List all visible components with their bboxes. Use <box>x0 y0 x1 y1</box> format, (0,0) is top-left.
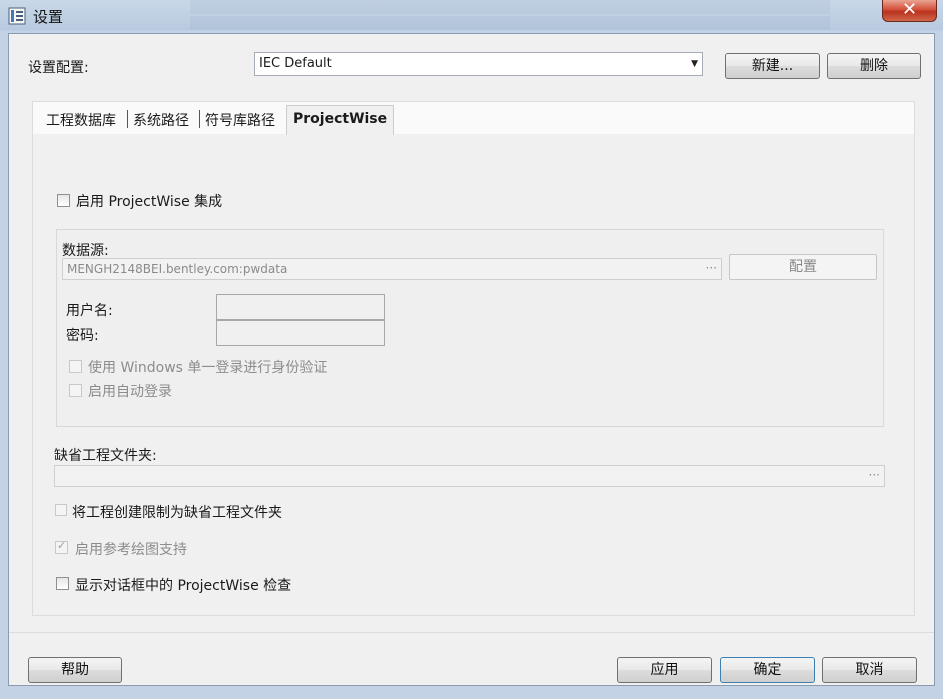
password-input[interactable] <box>216 320 385 346</box>
footer-divider <box>9 632 934 633</box>
username-label: 用户名: <box>66 303 113 319</box>
title-bar[interactable]: 设置 ✕ <box>0 0 943 32</box>
username-input[interactable] <box>216 294 385 320</box>
enable-projectwise-checkbox[interactable] <box>57 194 70 207</box>
delete-config-button[interactable]: 删除 <box>827 53 921 79</box>
window-title: 设置 <box>33 8 64 26</box>
settings-app-icon <box>8 7 26 25</box>
datasource-label: 数据源: <box>62 243 109 259</box>
configure-button[interactable]: 配置 <box>729 254 877 280</box>
tab-separator <box>199 110 200 128</box>
chevron-down-icon: ▼ <box>691 59 698 69</box>
config-dropdown[interactable]: IEC Default ▼ <box>254 52 703 76</box>
new-config-button[interactable]: 新建... <box>725 53 820 79</box>
reference-drawing-label: 启用参考绘图支持 <box>75 542 187 558</box>
settings-window: 设置 ✕ 设置配置: IEC Default ▼ 新建... 删除 工程数据库 … <box>0 0 943 699</box>
browse-icon[interactable]: ··· <box>706 261 717 275</box>
tab-symbol-library-paths[interactable]: 符号库路径 <box>205 110 275 130</box>
password-label: 密码: <box>66 328 99 344</box>
reference-drawing-checkbox[interactable]: ✓ <box>55 539 68 554</box>
enable-projectwise-label: 启用 ProjectWise 集成 <box>76 194 223 210</box>
checkmark-icon: ✓ <box>57 539 67 552</box>
windows-sso-checkbox[interactable] <box>69 360 82 373</box>
apply-button[interactable]: 应用 <box>617 657 712 683</box>
config-label: 设置配置: <box>28 60 89 76</box>
close-icon: ✕ <box>901 0 918 20</box>
show-projectwise-check-label: 显示对话框中的 ProjectWise 检查 <box>75 578 292 594</box>
tab-project-database[interactable]: 工程数据库 <box>46 110 116 130</box>
cancel-button[interactable]: 取消 <box>822 657 917 683</box>
default-folder-label: 缺省工程文件夹: <box>54 448 157 464</box>
restrict-creation-checkbox[interactable] <box>55 504 67 516</box>
datasource-value: MENGH2148BEI.bentley.com:pwdata <box>67 262 288 276</box>
tab-separator <box>127 110 128 128</box>
ok-button[interactable]: 确定 <box>720 657 815 683</box>
auto-login-label: 启用自动登录 <box>88 384 172 400</box>
auto-login-checkbox[interactable] <box>69 384 82 397</box>
windows-sso-label: 使用 Windows 单一登录进行身份验证 <box>88 360 328 376</box>
show-projectwise-check-checkbox[interactable] <box>56 577 69 590</box>
datasource-field[interactable]: MENGH2148BEI.bentley.com:pwdata ··· <box>62 258 722 280</box>
tab-projectwise[interactable]: ProjectWise <box>286 105 395 135</box>
dialog-client-area: 设置配置: IEC Default ▼ 新建... 删除 工程数据库 系统路径 … <box>8 33 935 686</box>
tab-system-paths[interactable]: 系统路径 <box>133 110 189 130</box>
help-button[interactable]: 帮助 <box>28 657 122 683</box>
config-selected-value: IEC Default <box>259 56 332 71</box>
tab-strip: 工程数据库 系统路径 符号库路径 ProjectWise <box>33 102 914 135</box>
folder-browse-icon[interactable]: ··· <box>869 468 880 482</box>
restrict-creation-label: 将工程创建限制为缺省工程文件夹 <box>72 505 282 521</box>
background-window-ghost <box>190 0 830 30</box>
default-folder-field[interactable]: ··· <box>54 465 885 487</box>
close-button[interactable]: ✕ <box>882 0 937 22</box>
